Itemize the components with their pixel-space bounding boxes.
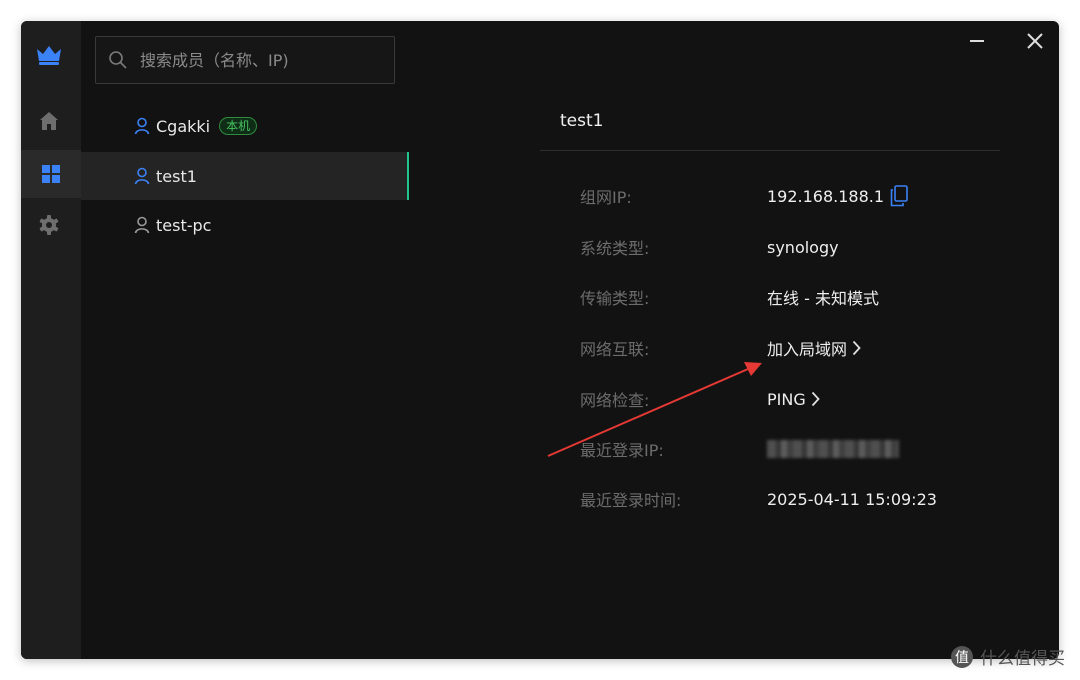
search-input[interactable] (138, 49, 382, 71)
search-icon (109, 51, 127, 69)
member-list-panel: Cgakki 本机 test1 test-pc (81, 21, 409, 659)
user-icon (134, 167, 150, 185)
network-ip-value: 192.168.188.1 (767, 186, 885, 206)
field-label: 最近登录时间: (580, 491, 682, 510)
join-lan-link[interactable]: 加入局域网 (767, 336, 861, 360)
field-network-ip: 组网IP: 192.168.188.1 (580, 183, 908, 209)
field-label: 系统类型: (580, 239, 650, 258)
sidebar-item-home[interactable] (35, 107, 63, 135)
member-name: test1 (156, 166, 197, 186)
grid-icon (42, 165, 60, 183)
local-device-badge: 本机 (219, 117, 258, 135)
home-icon (40, 112, 58, 130)
divider (540, 150, 1000, 151)
app-window: Cgakki 本机 test1 test-pc test1 组网IP: 192.… (21, 21, 1059, 659)
field-label: 网络互联: (580, 340, 650, 359)
zhi-logo-icon: 值 (951, 645, 973, 668)
field-network-check: 网络检查: PING (580, 386, 820, 412)
gear-icon (39, 215, 59, 235)
sidebar-item-members[interactable] (21, 150, 81, 198)
field-label: 最近登录IP: (580, 441, 664, 460)
member-item-cgakki[interactable]: Cgakki 本机 (81, 102, 409, 150)
join-lan-label: 加入局域网 (767, 340, 848, 359)
system-type-value: synology (767, 237, 839, 257)
close-icon (1027, 33, 1043, 49)
obscured-ip-value (767, 440, 899, 458)
search-box[interactable] (95, 36, 395, 84)
chevron-right-icon (852, 340, 861, 356)
detail-title: test1 (560, 111, 604, 131)
field-label: 组网IP: (580, 188, 632, 207)
member-name: test-pc (156, 215, 212, 235)
transport-type-value: 在线 - 未知模式 (767, 289, 879, 308)
last-login-time-value: 2025-04-11 15:09:23 (767, 489, 937, 509)
member-item-test-pc[interactable]: test-pc (81, 201, 409, 249)
minimize-button[interactable] (963, 27, 991, 55)
close-button[interactable] (1021, 27, 1049, 55)
field-system-type: 系统类型: synology (580, 234, 839, 260)
crown-logo-icon (37, 46, 61, 65)
member-item-test1[interactable]: test1 (81, 152, 409, 200)
user-icon (134, 117, 150, 135)
svg-text:值: 值 (955, 650, 969, 666)
field-last-login-time: 最近登录时间: 2025-04-11 15:09:23 (580, 486, 937, 512)
field-transport-type: 传输类型: 在线 - 未知模式 (580, 284, 879, 310)
ping-link[interactable]: PING (767, 390, 820, 409)
field-label: 传输类型: (580, 289, 650, 308)
copy-icon[interactable] (890, 185, 908, 207)
field-network-interconnect: 网络互联: 加入局域网 (580, 335, 861, 361)
user-icon (134, 216, 150, 234)
watermark-text: 什么值得买 (980, 649, 1065, 669)
minimize-icon (970, 40, 984, 42)
field-label: 网络检查: (580, 391, 650, 410)
chevron-right-icon (811, 391, 820, 407)
sidebar-item-settings[interactable] (35, 211, 63, 239)
watermark: 值 什么值得买 (950, 644, 1065, 669)
member-name: Cgakki (156, 116, 211, 136)
ping-label: PING (767, 389, 806, 409)
icon-rail (21, 21, 81, 659)
field-last-login-ip: 最近登录IP: (580, 436, 899, 462)
member-detail-panel: test1 组网IP: 192.168.188.1 系统类型: synology… (409, 21, 1059, 659)
